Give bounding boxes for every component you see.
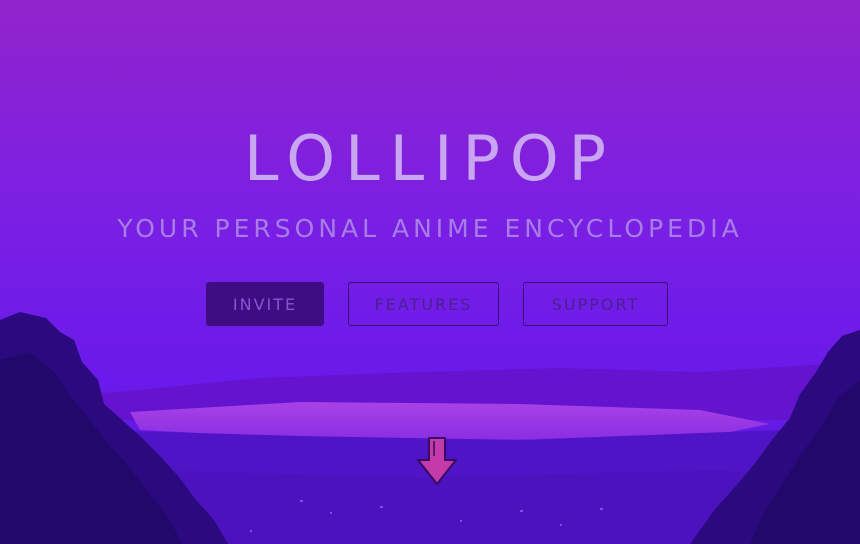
page-title: LOLLIPOP [243, 122, 617, 195]
arrow-down-icon[interactable] [414, 436, 460, 488]
page-subtitle: YOUR PERSONAL ANIME ENCYCLOPEDIA [117, 214, 743, 243]
hero-section: LOLLIPOP YOUR PERSONAL ANIME ENCYCLOPEDI… [0, 0, 860, 544]
invite-button[interactable]: INVITE [206, 282, 324, 326]
features-button[interactable]: FEATURES [348, 282, 499, 326]
support-button[interactable]: SUPPORT [523, 282, 668, 326]
